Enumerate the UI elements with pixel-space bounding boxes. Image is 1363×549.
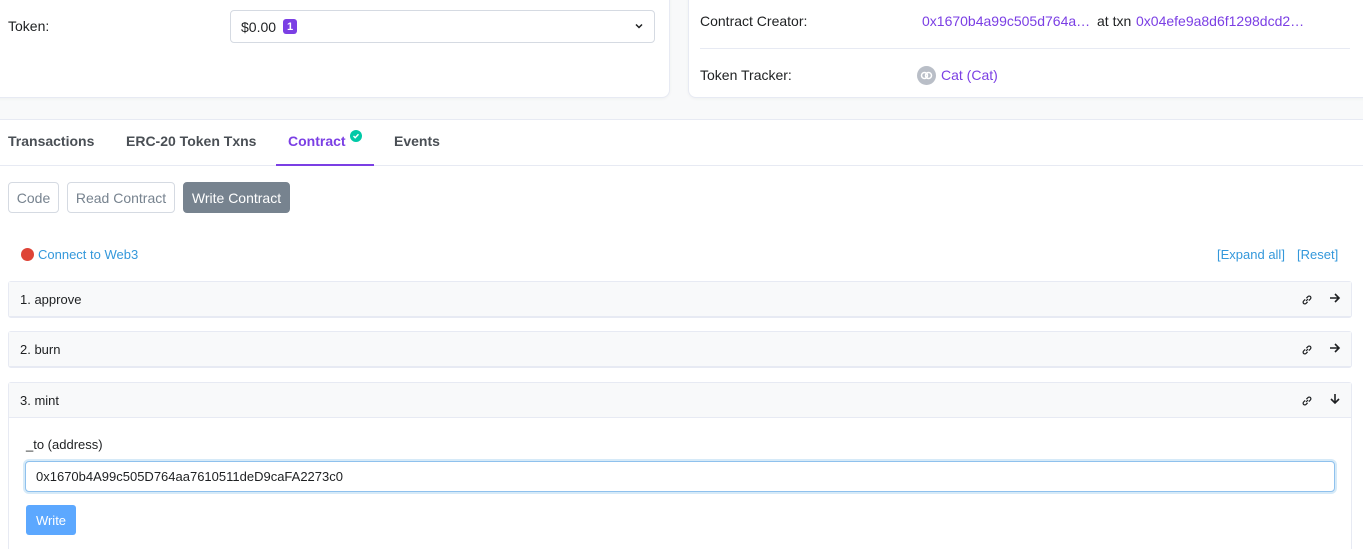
token-logo-icon — [917, 66, 936, 85]
write-button[interactable]: Write — [26, 505, 76, 535]
contract-creator-address-link[interactable]: 0x1670b4a99c505d764a… — [922, 13, 1090, 29]
arrow-right-icon[interactable] — [1329, 342, 1341, 354]
token-label: Token: — [8, 18, 50, 34]
contract-creator-label: Contract Creator: — [700, 13, 808, 29]
tab-transactions[interactable]: Transactions — [8, 133, 94, 149]
chevron-down-icon — [635, 23, 643, 29]
token-dropdown[interactable]: $0.00 1 — [230, 10, 655, 43]
link-icon[interactable] — [1301, 395, 1313, 407]
tab-events[interactable]: Events — [394, 133, 440, 149]
function-approve: 1. approve — [8, 281, 1352, 318]
token-tracker-link[interactable]: Cat (Cat) — [941, 67, 998, 83]
link-icon[interactable] — [1301, 344, 1313, 356]
code-button[interactable]: Code — [8, 182, 59, 213]
expand-all-link[interactable]: [Expand all] — [1217, 247, 1285, 262]
function-name: 1. approve — [20, 291, 82, 307]
divider — [700, 48, 1350, 49]
arrow-down-icon[interactable] — [1329, 393, 1341, 405]
arrow-right-icon[interactable] — [1329, 292, 1341, 304]
tab-bar: Transactions ERC-20 Token Txns Contract … — [0, 120, 1363, 166]
at-txn-label: at txn — [1097, 13, 1132, 29]
read-contract-button[interactable]: Read Contract — [67, 182, 175, 213]
connect-web3-link[interactable]: Connect to Web3 — [38, 247, 138, 262]
function-name: 2. burn — [20, 341, 61, 357]
connect-web3[interactable]: Connect to Web3 — [21, 247, 138, 262]
function-header[interactable]: 2. burn — [9, 332, 1351, 367]
token-value: $0.00 — [241, 18, 277, 35]
param-to-input[interactable] — [25, 461, 1335, 492]
active-tab-indicator — [276, 164, 374, 166]
reset-link[interactable]: [Reset] — [1297, 247, 1338, 262]
tab-contract[interactable]: Contract — [288, 133, 346, 149]
tab-erc20-token-txns[interactable]: ERC-20 Token Txns — [126, 133, 256, 149]
creation-txn-link[interactable]: 0x04efe9a8d6f1298dcd2… — [1136, 13, 1304, 29]
link-icon[interactable] — [1301, 294, 1313, 306]
function-header[interactable]: 1. approve — [9, 282, 1351, 317]
function-header[interactable]: 3. mint — [9, 383, 1351, 418]
function-burn: 2. burn — [8, 331, 1352, 368]
write-contract-button[interactable]: Write Contract — [183, 182, 290, 213]
param-to-label: _to (address) — [26, 437, 103, 452]
status-dot-icon — [21, 248, 34, 261]
token-count-badge: 1 — [283, 19, 298, 34]
verified-check-icon — [350, 130, 362, 142]
function-name: 3. mint — [20, 392, 60, 408]
token-tracker-label: Token Tracker: — [700, 67, 792, 83]
